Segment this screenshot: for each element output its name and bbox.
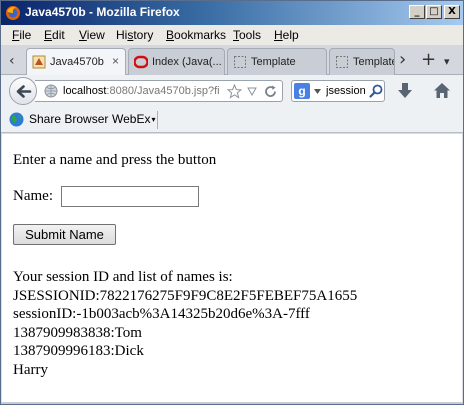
toolbar-divider (157, 111, 158, 129)
firefox-icon (6, 6, 20, 20)
tab-label: Index (Java(... (152, 56, 222, 68)
title-bar[interactable]: Java4570b - Mozilla Firefox _ □ X (1, 1, 463, 25)
tab-scroll-right-button[interactable]: › (399, 49, 406, 70)
url-history-dropdown-icon[interactable] (247, 87, 257, 96)
submit-name-button[interactable]: Submit Name (13, 224, 116, 245)
menu-view[interactable]: View (79, 28, 105, 42)
name-input[interactable] (61, 186, 199, 207)
menu-tools[interactable]: Tools (233, 28, 261, 42)
close-window-button[interactable]: X (444, 5, 460, 19)
blank-page-icon (234, 56, 246, 68)
output-line-name: 1387909983838:Tom (13, 324, 142, 341)
prompt-text: Enter a name and press the button (13, 152, 217, 168)
reload-icon[interactable] (263, 84, 278, 99)
tab-label: Template (353, 56, 395, 68)
menu-file[interactable]: File (12, 28, 31, 42)
url-text: localhost:8080/Java4570b.jsp?fi (63, 85, 220, 97)
menu-history[interactable]: History (116, 28, 153, 42)
tab-java4570b[interactable]: Java4570b × (26, 48, 126, 76)
menu-help[interactable]: Help (274, 28, 299, 42)
search-input[interactable]: jsession (326, 85, 368, 97)
output-line-sessionid: sessionID:-1b003acb%3A14325b20d6e%3A-7ff… (13, 306, 310, 322)
tab-scroll-left-button[interactable]: ‹ (9, 53, 15, 69)
output-heading: Your session ID and list of names is: (13, 269, 233, 285)
tab-label: Template (251, 56, 296, 68)
search-engine-dropdown-icon[interactable] (314, 89, 321, 94)
menu-bookmarks[interactable]: Bookmarks (166, 28, 226, 42)
tab-index-java[interactable]: Index (Java(... (128, 48, 225, 75)
bookmark-star-icon[interactable] (227, 84, 242, 99)
tab-strip: ‹ Java4570b × Index (Java(... Template T… (1, 45, 463, 76)
new-tab-button[interactable]: + (421, 49, 436, 70)
session-output: Your session ID and list of names is: JS… (13, 268, 357, 379)
search-box[interactable]: g jsession (291, 80, 385, 102)
tab-template-1[interactable]: Template (227, 48, 327, 75)
search-icon[interactable] (369, 84, 383, 98)
output-line-jsessionid: JSESSIONID:7822176275F9F9C8E2F5FEBEF75A1… (13, 287, 358, 304)
tab-template-2[interactable]: Template (329, 48, 395, 75)
minimize-button[interactable]: _ (409, 5, 425, 19)
output-line-name: 1387909996183:Dick (13, 343, 144, 359)
share-browser-button[interactable]: Share Browser (29, 112, 108, 126)
blank-page-icon (336, 56, 348, 68)
downloads-icon[interactable] (397, 82, 413, 100)
name-label: Name: (13, 188, 53, 204)
tab-label: Java4570b (50, 56, 104, 68)
maximize-button[interactable]: □ (426, 5, 442, 19)
page-content: Enter a name and press the button Name: … (2, 134, 462, 404)
webex-menu-button[interactable]: WebEx▾ (112, 112, 156, 126)
oracle-icon (134, 55, 148, 69)
window-title: Java4570b - Mozilla Firefox (25, 5, 180, 19)
navigation-bar: localhost:8080/Java4570b.jsp?fi g jsessi… (1, 75, 463, 107)
share-browser-globe-icon (9, 112, 24, 127)
output-line-name: Harry (13, 361, 48, 378)
globe-icon (44, 84, 58, 98)
url-bar[interactable]: localhost:8080/Java4570b.jsp?fi (35, 80, 283, 102)
tab-close-icon[interactable]: × (112, 54, 119, 68)
dropdown-arrow-icon: ▾ (151, 115, 156, 124)
home-icon[interactable] (433, 82, 451, 99)
menu-bar: File Edit View History Bookmarks Tools H… (1, 25, 463, 45)
menu-edit[interactable]: Edit (44, 28, 65, 42)
browser-window: Java4570b - Mozilla Firefox _ □ X File E… (0, 0, 464, 405)
java-page-icon (32, 55, 46, 69)
google-icon[interactable]: g (294, 83, 310, 99)
bookmarks-toolbar: Share Browser WebEx▾ (1, 107, 463, 133)
back-button[interactable] (9, 77, 37, 105)
back-arrow-icon (16, 85, 32, 98)
list-all-tabs-button[interactable]: ▾ (444, 55, 450, 68)
